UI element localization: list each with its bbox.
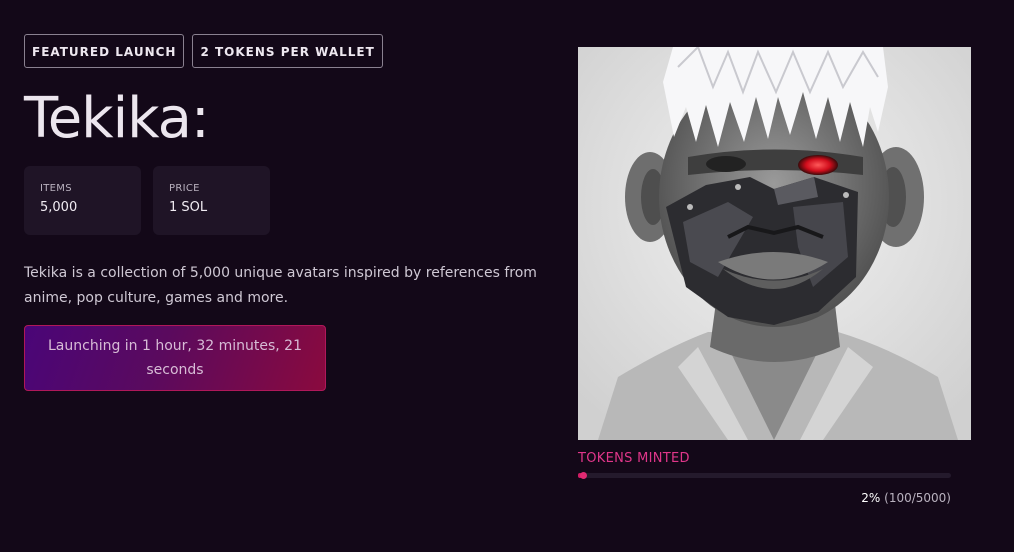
price-label: PRICE: [169, 183, 200, 194]
mint-percent: 2%: [861, 491, 881, 505]
stats-row: ITEMS 5,000 PRICE 1 SOL: [24, 166, 544, 235]
badge-row: FEATURED LAUNCH 2 TOKENS PER WALLET: [24, 34, 544, 68]
mint-panel: TOKENS MINTED 2% (100/5000): [578, 47, 971, 505]
mint-progress-bar: [578, 472, 951, 479]
items-value: 5,000: [40, 200, 78, 215]
mint-progress-text: 2% (100/5000): [578, 491, 951, 505]
tokens-per-wallet-badge: 2 TOKENS PER WALLET: [192, 34, 383, 68]
collection-description: Tekika is a collection of 5,000 unique a…: [24, 265, 537, 306]
items-label: ITEMS: [40, 183, 72, 194]
launch-details: FEATURED LAUNCH 2 TOKENS PER WALLET Teki…: [24, 34, 544, 391]
price-stat-card: PRICE 1 SOL: [153, 166, 270, 235]
mint-count: (100/5000): [884, 491, 951, 505]
tokens-minted-label: TOKENS MINTED: [578, 451, 690, 466]
collection-title: Tekika:: [24, 86, 210, 151]
items-stat-card: ITEMS 5,000: [24, 166, 141, 235]
launch-countdown-label: Launching in 1 hour, 32 minutes, 21 seco…: [48, 338, 302, 378]
launch-countdown-button[interactable]: Launching in 1 hour, 32 minutes, 21 seco…: [24, 325, 326, 391]
price-value: 1 SOL: [169, 200, 208, 215]
mint-progress-handle: [580, 472, 588, 479]
nft-preview-image: [578, 47, 971, 440]
featured-launch-badge: FEATURED LAUNCH: [24, 34, 185, 68]
